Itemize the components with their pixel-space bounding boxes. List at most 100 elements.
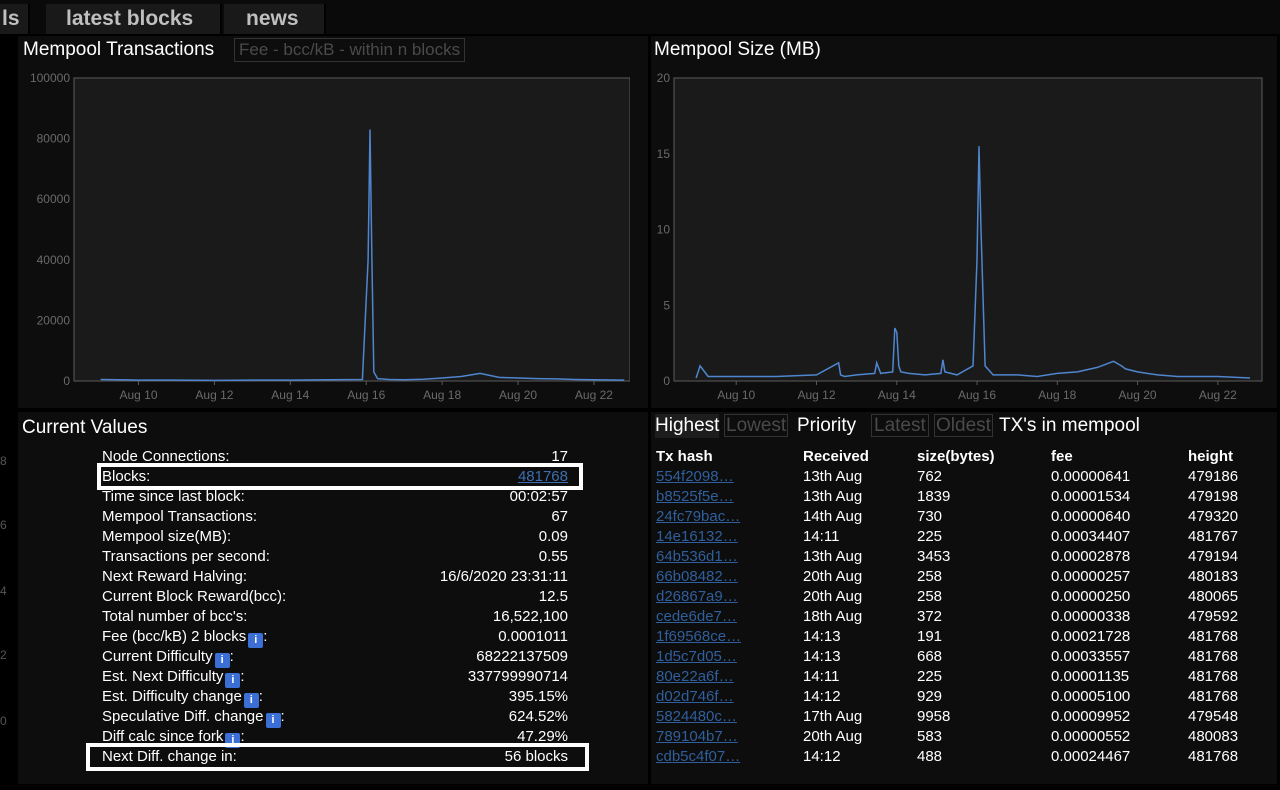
cv-value: 0.0001011	[498, 628, 568, 645]
tx-size: 372	[917, 608, 943, 625]
cv-row-fee-2-blocks: Fee (bcc/kB) 2 blocks i: 0.0001011	[102, 627, 568, 648]
tx-fee: 0.00001534	[1051, 488, 1131, 505]
tab-news[interactable]: news	[224, 4, 326, 34]
tx-hash-link[interactable]: 554f2098…	[656, 467, 734, 487]
cv-value: 16,522,100	[492, 608, 568, 625]
tab-tools[interactable]: ls	[0, 4, 30, 34]
tab-highest[interactable]: Highest	[655, 414, 720, 438]
cv-label-with-info: Current Difficulty i:	[102, 648, 234, 668]
tx-height: 479198	[1188, 488, 1239, 505]
x-tick-label: Aug 22	[1199, 388, 1237, 402]
y-tick-label: 5	[663, 298, 670, 312]
tab-oldest[interactable]: Oldest	[934, 414, 993, 437]
cv-row-current-difficulty: Current Difficulty i: 68222137509	[102, 647, 568, 668]
info-icon[interactable]: i	[225, 673, 241, 688]
tx-hash-link[interactable]: cede6de7…	[656, 607, 737, 627]
tx-fee: 0.00000338	[1051, 608, 1131, 625]
cv-label-with-info: Speculative Diff. change i:	[102, 708, 285, 728]
tx-hash-link[interactable]: 66b08482…	[656, 567, 738, 587]
mempool-tx-title: Mempool Transactions	[23, 39, 215, 60]
tab-lowest[interactable]: Lowest	[724, 414, 789, 437]
cv-label: Transactions per second:	[102, 548, 270, 565]
cv-label-text: Fee (bcc/kB) 2 blocks	[102, 628, 247, 645]
table-row: 24fc79bac… 14th Aug 730 0.00000640 47932…	[656, 507, 1276, 527]
tx-hash-link[interactable]: 64b536d1…	[656, 547, 738, 567]
tx-hash-link[interactable]: b8525f5e…	[656, 487, 734, 507]
tx-height: 481768	[1188, 668, 1239, 685]
y-tick-label: 0	[663, 374, 670, 388]
cv-row-mempool-size: Mempool size(MB): 0.09	[102, 527, 568, 547]
mempool-tx-chart: 0 20000 40000 60000 80000 100000 Aug 10 Aug 12 A…	[30, 71, 630, 402]
cv-value: 16/6/2020 23:31:11	[439, 568, 568, 585]
tx-fee: 0.00002878	[1051, 548, 1131, 565]
tx-hash-link[interactable]: 80e22a6f…	[656, 667, 734, 687]
axis-fragment: 8	[0, 454, 7, 468]
cv-row-speculative-diff-change: Speculative Diff. change i: 624.52%	[102, 707, 568, 728]
tx-size: 191	[917, 628, 943, 645]
tx-height: 481767	[1188, 528, 1239, 545]
info-icon[interactable]: i	[243, 693, 259, 708]
info-icon[interactable]: i	[248, 633, 264, 648]
axis-fragment: 6	[0, 518, 7, 532]
tx-size: 488	[917, 748, 943, 765]
y-tick-label: 0	[63, 374, 70, 388]
cv-label-with-info: Fee (bcc/kB) 2 blocks i:	[102, 628, 268, 648]
x-tick-label: Aug 10	[717, 388, 755, 402]
info-icon[interactable]: i	[265, 713, 281, 728]
tx-hash-link[interactable]: cdb5c4f07…	[656, 747, 740, 767]
table-row: 789104b7… 20th Aug 583 0.00000552 480083	[656, 727, 1276, 747]
table-row: 1d5c7d05… 14:13 668 0.00033557 481768	[656, 647, 1276, 667]
cv-row-total-bcc: Total number of bcc's: 16,522,100	[102, 607, 568, 627]
info-icon[interactable]: i	[214, 653, 230, 668]
x-tick-label: Aug 12	[195, 388, 233, 402]
y-tick-label: 60000	[37, 192, 71, 206]
tx-fee: 0.00021728	[1051, 628, 1131, 645]
tx-hash-link[interactable]: 14e16132…	[656, 527, 738, 547]
tx-fee: 0.00009952	[1051, 708, 1131, 725]
tx-fee: 0.00001135	[1051, 668, 1130, 685]
tx-hash-link[interactable]: 1d5c7d05…	[656, 647, 737, 667]
tx-fee: 0.00000257	[1051, 568, 1131, 585]
tx-size: 929	[917, 688, 943, 705]
y-tick-label: 15	[657, 147, 671, 161]
tx-size: 730	[917, 508, 943, 525]
cv-label: Next Reward Halving:	[102, 568, 248, 585]
cv-label: Current Block Reward(bcc):	[102, 588, 287, 605]
x-tick-label: Aug 14	[878, 388, 916, 402]
tx-height: 481768	[1188, 648, 1239, 665]
tx-height: 481768	[1188, 748, 1239, 765]
tx-fee: 0.00034407	[1051, 528, 1131, 545]
tx-received: 14:12	[803, 748, 841, 765]
tx-received: 14th Aug	[803, 508, 863, 525]
x-tick-label: Aug 22	[575, 388, 613, 402]
tx-size: 583	[917, 728, 943, 745]
tx-size: 762	[917, 468, 943, 485]
tab-latest-blocks[interactable]: latest blocks	[46, 4, 222, 34]
plot-area	[73, 77, 630, 382]
col-header-hash: Tx hash	[656, 448, 713, 465]
cv-label-text: Est. Difficulty change	[102, 688, 242, 705]
cv-label-text: Current Difficulty	[102, 648, 213, 665]
tx-fee: 0.00033557	[1051, 648, 1131, 665]
cv-value: 67	[551, 508, 568, 525]
tx-received: 14:11	[803, 668, 840, 685]
col-header-received: Received	[803, 448, 869, 465]
tx-hash-link[interactable]: 789104b7…	[656, 727, 738, 747]
cv-value: 337799990714	[467, 668, 568, 685]
table-row: 1f69568ce… 14:13 191 0.00021728 481768	[656, 627, 1276, 647]
tx-hash-link[interactable]: 1f69568ce…	[656, 627, 741, 647]
tab-latest[interactable]: Latest	[871, 414, 929, 437]
tx-height: 480183	[1188, 568, 1239, 585]
fee-within-blocks-tab[interactable]: Fee - bcc/kB - within n blocks	[234, 38, 466, 62]
table-row: cede6de7… 18th Aug 372 0.00000338 479592	[656, 607, 1276, 627]
cv-label: Mempool size(MB):	[102, 528, 232, 545]
tx-hash-link[interactable]: d02d746f…	[656, 687, 734, 707]
tx-hash-link[interactable]: d26867a9…	[656, 587, 738, 607]
cv-row-mempool-transactions: Mempool Transactions: 67	[102, 507, 568, 527]
tx-received: 20th Aug	[803, 728, 863, 745]
x-tick-label: Aug 18	[423, 388, 461, 402]
tx-hash-link[interactable]: 5824480c…	[656, 707, 737, 727]
tx-height: 481768	[1188, 688, 1239, 705]
cv-label-with-info: Est. Difficulty change i:	[102, 688, 263, 708]
tx-hash-link[interactable]: 24fc79bac…	[656, 507, 740, 527]
